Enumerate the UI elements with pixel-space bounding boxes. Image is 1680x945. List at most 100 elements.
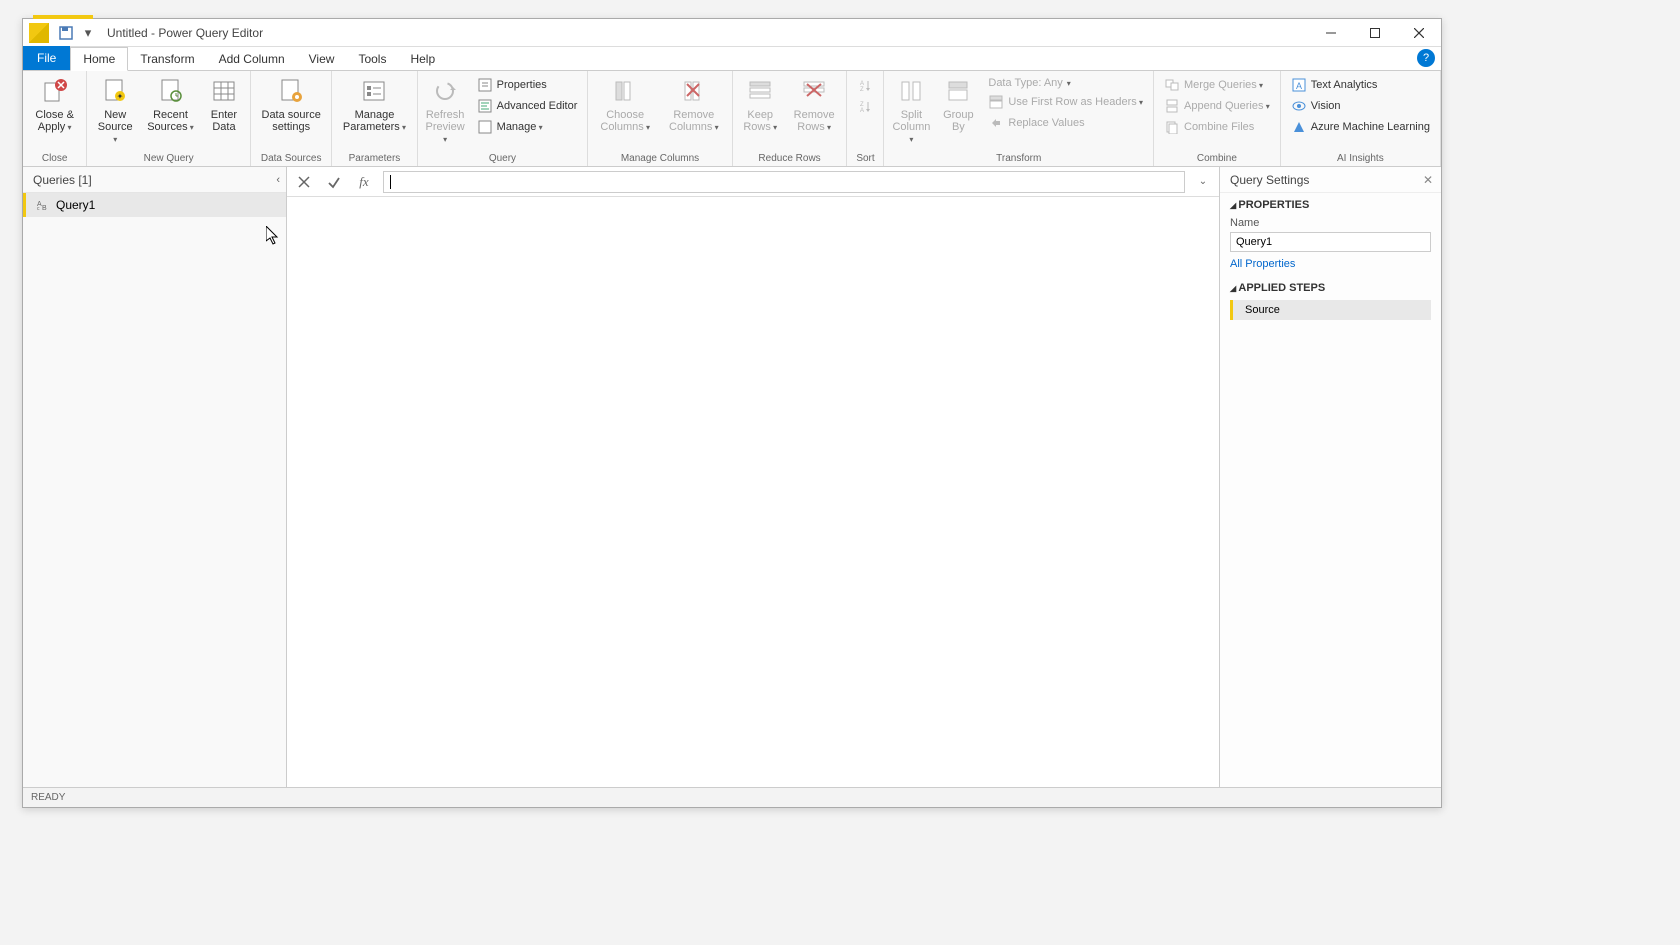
step-item[interactable]: Source — [1230, 300, 1431, 320]
formula-expand-button[interactable]: ⌄ — [1193, 176, 1213, 187]
save-icon[interactable] — [55, 22, 77, 44]
minimize-button[interactable] — [1309, 19, 1353, 47]
sort-asc-button[interactable]: AZ — [853, 75, 877, 95]
ribbon-group-parameters: Manage Parameters Parameters — [332, 71, 417, 166]
new-source-button[interactable]: ✦ New Source — [91, 73, 139, 147]
manage-parameters-icon — [358, 75, 390, 107]
data-source-settings-button[interactable]: Data source settings — [255, 73, 327, 135]
tab-add-column[interactable]: Add Column — [207, 48, 297, 70]
remove-rows-button[interactable]: Remove Rows — [786, 73, 843, 135]
applied-steps-title[interactable]: APPLIED STEPS — [1230, 282, 1431, 294]
tab-tools[interactable]: Tools — [346, 48, 398, 70]
svg-text:Z: Z — [860, 87, 864, 92]
combine-files-button[interactable]: Combine Files — [1160, 117, 1274, 137]
append-queries-button[interactable]: Append Queries — [1160, 96, 1274, 116]
choose-columns-icon — [609, 75, 641, 107]
reduce-rows-group-label: Reduce Rows — [737, 151, 843, 166]
close-apply-button[interactable]: Close & Apply — [27, 73, 82, 135]
group-by-icon — [942, 75, 974, 107]
formula-input[interactable] — [383, 171, 1185, 193]
query-type-icon: ABc — [36, 198, 50, 212]
query-item-label: Query1 — [56, 198, 95, 212]
append-icon — [1164, 98, 1180, 114]
close-group-label: Close — [27, 151, 82, 166]
split-column-button[interactable]: Split Column — [888, 73, 934, 147]
tab-transform[interactable]: Transform — [128, 48, 206, 70]
recent-sources-icon — [155, 75, 187, 107]
keep-rows-button[interactable]: Keep Rows — [737, 73, 784, 135]
sort-desc-button[interactable]: ZA — [853, 96, 877, 116]
formula-fx-button[interactable]: fx — [353, 171, 375, 193]
combine-files-icon — [1164, 119, 1180, 135]
query-item[interactable]: ABc Query1 — [23, 193, 286, 217]
title-bar: ▾ Untitled - Power Query Editor — [23, 19, 1441, 47]
replace-values-button[interactable]: Replace Values — [984, 113, 1147, 133]
properties-icon — [477, 77, 493, 93]
maximize-button[interactable] — [1353, 19, 1397, 47]
all-properties-link[interactable]: All Properties — [1230, 258, 1431, 270]
sort-group-label: Sort — [851, 151, 879, 166]
merge-queries-button[interactable]: Merge Queries — [1160, 75, 1274, 95]
close-apply-label: Close & Apply — [31, 109, 78, 133]
remove-columns-button[interactable]: Remove Columns — [660, 73, 728, 135]
keep-rows-icon — [744, 75, 776, 107]
remove-rows-icon — [798, 75, 830, 107]
ribbon-group-sort: AZ ZA Sort — [847, 71, 884, 166]
new-source-label: New Source — [95, 109, 135, 145]
data-type-button[interactable]: Data Type: Any — [984, 75, 1147, 91]
ribbon-group-manage-columns: Choose Columns Remove Columns Manage Col… — [588, 71, 732, 166]
manage-parameters-button[interactable]: Manage Parameters — [336, 73, 412, 135]
advanced-editor-label: Advanced Editor — [497, 100, 578, 112]
collapse-icon[interactable]: ‹ — [276, 174, 280, 186]
queries-header[interactable]: Queries [1] ‹ — [23, 167, 286, 193]
settings-close-button[interactable]: ✕ — [1423, 173, 1433, 187]
refresh-preview-button[interactable]: Refresh Preview — [422, 73, 469, 147]
app-icon — [29, 23, 49, 43]
properties-button[interactable]: Properties — [473, 75, 582, 95]
parameters-group-label: Parameters — [336, 151, 412, 166]
properties-title[interactable]: PROPERTIES — [1230, 199, 1431, 211]
azure-ml-button[interactable]: Azure Machine Learning — [1287, 117, 1434, 137]
ribbon-group-ai-insights: A Text Analytics Vision A — [1281, 71, 1441, 166]
properties-section: PROPERTIES Name All Properties — [1220, 193, 1441, 276]
manage-button[interactable]: Manage — [473, 117, 582, 137]
recent-sources-button[interactable]: Recent Sources — [141, 73, 200, 135]
enter-data-button[interactable]: Enter Data — [202, 73, 246, 135]
formula-cancel-button[interactable] — [293, 171, 315, 193]
formula-confirm-button[interactable] — [323, 171, 345, 193]
window-title: Untitled - Power Query Editor — [107, 26, 263, 40]
transform-group-label: Transform — [888, 151, 1149, 166]
ribbon-group-query: Refresh Preview Properties Advanced Edit… — [418, 71, 589, 166]
svg-text:A: A — [1296, 81, 1302, 91]
close-button[interactable] — [1397, 19, 1441, 47]
preview-area — [287, 197, 1219, 787]
tab-home[interactable]: Home — [70, 47, 128, 71]
group-by-button[interactable]: Group By — [936, 73, 980, 135]
group-by-label: Group By — [940, 109, 976, 133]
tab-help[interactable]: Help — [398, 48, 447, 70]
qat-dropdown-icon[interactable]: ▾ — [77, 22, 99, 44]
manage-columns-group-label: Manage Columns — [592, 151, 727, 166]
choose-columns-label: Choose Columns — [596, 109, 654, 133]
manage-parameters-label: Manage Parameters — [340, 109, 408, 133]
queries-pane: Queries [1] ‹ ABc Query1 — [23, 167, 287, 787]
refresh-icon — [429, 75, 461, 107]
tab-file[interactable]: File — [23, 46, 70, 70]
vision-button[interactable]: Vision — [1287, 96, 1434, 116]
advanced-editor-button[interactable]: Advanced Editor — [473, 96, 582, 116]
vision-icon — [1291, 98, 1307, 114]
first-row-headers-button[interactable]: Use First Row as Headers — [984, 92, 1147, 112]
combine-group-label: Combine — [1158, 151, 1276, 166]
advanced-editor-icon — [477, 98, 493, 114]
text-analytics-button[interactable]: A Text Analytics — [1287, 75, 1434, 95]
query-name-input[interactable] — [1230, 232, 1431, 252]
tab-view[interactable]: View — [297, 48, 347, 70]
applied-steps-section: APPLIED STEPS Source — [1220, 276, 1441, 326]
help-icon[interactable]: ? — [1417, 49, 1435, 67]
status-bar: READY — [23, 787, 1441, 807]
keep-rows-label: Keep Rows — [741, 109, 780, 133]
data-sources-group-label: Data Sources — [255, 151, 327, 166]
center-area: fx ⌄ — [287, 167, 1219, 787]
choose-columns-button[interactable]: Choose Columns — [592, 73, 658, 135]
manage-icon — [477, 119, 493, 135]
